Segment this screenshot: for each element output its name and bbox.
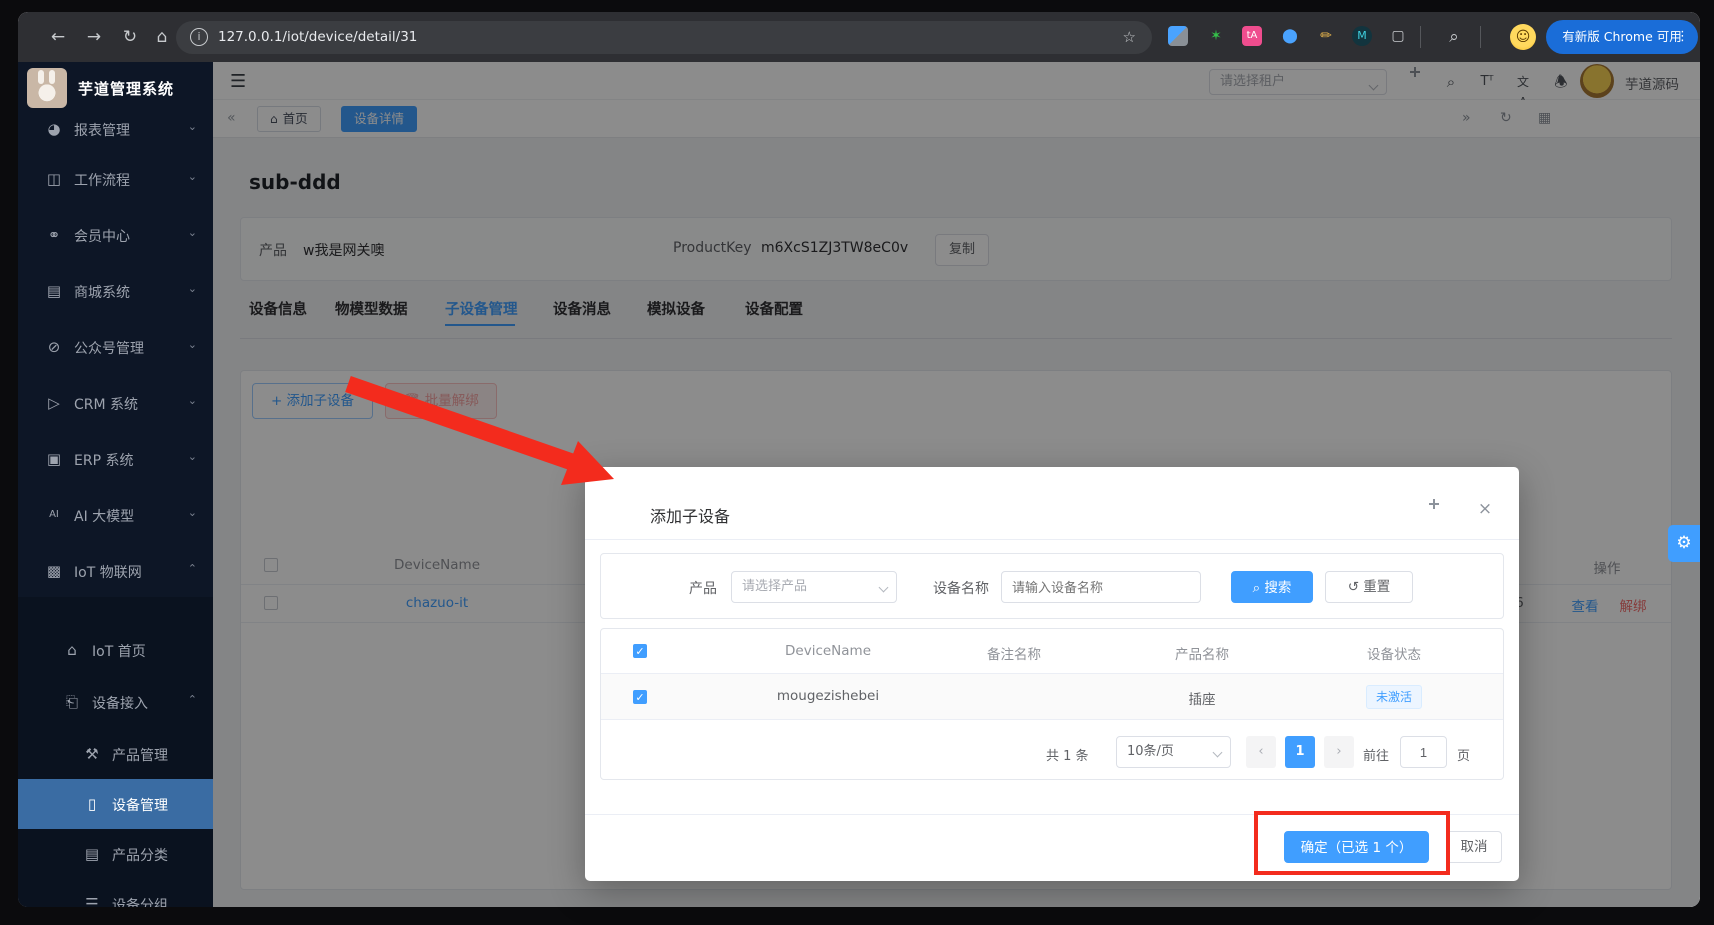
- mall-icon: ▤: [44, 281, 64, 301]
- sidebar-item-mp[interactable]: ⊘ 公众号管理 ⌄: [18, 322, 213, 372]
- status-badge: 未激活: [1366, 685, 1422, 709]
- chevron-down-icon: ⌄: [188, 338, 197, 351]
- annotation-red-box: [1254, 811, 1450, 875]
- reload-icon[interactable]: ↻: [118, 25, 142, 49]
- notebook-icon: ▤: [82, 844, 102, 864]
- sidebar-item-iot-home[interactable]: ⌂ IoT 首页: [18, 625, 213, 675]
- tools-icon: ⚒: [82, 744, 102, 764]
- chevron-down-icon: [879, 583, 889, 593]
- home-icon[interactable]: ⌂: [150, 25, 174, 49]
- sidebar-item-ai[interactable]: AI AI 大模型 ⌄: [18, 490, 213, 540]
- theme-settings-gear-icon[interactable]: ⚙: [1668, 525, 1700, 562]
- browser-toolbar: ← → ↻ ⌂ i 127.0.0.1/iot/device/detail/31…: [18, 12, 1700, 62]
- erp-icon: ▣: [44, 449, 64, 469]
- row-checkbox[interactable]: ✓: [633, 690, 647, 704]
- chevron-down-icon: [1213, 748, 1223, 758]
- cancel-button[interactable]: 取消: [1446, 831, 1502, 863]
- chevron-up-icon: ⌃: [188, 693, 197, 706]
- chevron-down-icon: ⌄: [188, 282, 197, 295]
- url-text: 127.0.0.1/iot/device/detail/31: [218, 29, 417, 45]
- device-name-filter-label: 设备名称: [933, 578, 989, 598]
- workflow-icon: ◫: [44, 169, 64, 189]
- extension-m-icon[interactable]: M: [1352, 26, 1372, 46]
- next-page-button[interactable]: ›: [1324, 736, 1354, 768]
- back-icon[interactable]: ←: [46, 25, 70, 49]
- dialog-header-divider: [585, 539, 1519, 540]
- sidebar-item-iot[interactable]: ▩ IoT 物联网 ⌃: [18, 546, 213, 596]
- sidebar-item-device-access[interactable]: ⎗ 设备接入 ⌃: [18, 677, 213, 727]
- dialog-table-header: ✓ DeviceName 备注名称 产品名称 设备状态: [601, 629, 1503, 674]
- chrome-update-label: 有新版 Chrome 可用: [1562, 29, 1681, 44]
- sidebar-item-device-mgmt[interactable]: ▯ 设备管理: [18, 779, 213, 829]
- product-filter-label: 产品: [689, 578, 717, 598]
- url-bar[interactable]: i 127.0.0.1/iot/device/detail/31 ☆: [176, 21, 1152, 54]
- chevron-down-icon: ⌄: [188, 120, 197, 133]
- search-button[interactable]: ⌕ 搜索: [1231, 571, 1313, 603]
- goto-page-input[interactable]: [1400, 736, 1447, 768]
- layers-icon: ☰: [82, 894, 102, 907]
- extensions-puzzle-icon[interactable]: ▢: [1388, 26, 1408, 46]
- iot-submenu: ⌂ IoT 首页 ⎗ 设备接入 ⌃ ⚒ 产品管理 ▯ 设备管理 ▤ 产品分类 ☰: [18, 597, 213, 907]
- profile-emoji-avatar[interactable]: ☺: [1510, 24, 1536, 50]
- toolbar-separator: [1480, 26, 1481, 48]
- crm-icon: ▷: [44, 393, 64, 413]
- product-filter-select[interactable]: 请选择产品: [731, 571, 897, 603]
- member-icon: ⚭: [44, 225, 64, 245]
- forward-icon[interactable]: →: [82, 25, 106, 49]
- sidebar-item-workflow[interactable]: ◫ 工作流程 ⌄: [18, 154, 213, 204]
- extension-balloon-icon[interactable]: ⬤: [1280, 26, 1300, 46]
- device-name-filter-input[interactable]: [1001, 571, 1201, 603]
- sidebar-item-crm[interactable]: ▷ CRM 系统 ⌄: [18, 378, 213, 428]
- chevron-down-icon: ⌄: [188, 226, 197, 239]
- toolbar-separator: [1420, 26, 1421, 48]
- current-page-button[interactable]: 1: [1285, 736, 1315, 768]
- home-icon: ⌂: [62, 640, 82, 660]
- extension-translate-icon[interactable]: tA: [1242, 26, 1262, 46]
- extension-star-icon[interactable]: ✶: [1206, 26, 1226, 46]
- chevron-up-icon: ⌃: [188, 562, 197, 575]
- page-unit-label: 页: [1457, 745, 1470, 764]
- chrome-menu-icon[interactable]: ⋮: [1676, 20, 1689, 54]
- page-size-select[interactable]: 10条/页: [1116, 736, 1231, 768]
- device-name-cell: mougezishebei: [777, 688, 879, 704]
- chevron-down-icon: ⌄: [188, 394, 197, 407]
- app-logo: [27, 68, 67, 108]
- official-account-icon: ⊘: [44, 337, 64, 357]
- tab-search-icon[interactable]: ⌕: [1442, 25, 1466, 49]
- phone-icon: ▯: [82, 794, 102, 814]
- dialog-search-card: 产品 请选择产品 设备名称 ⌕ 搜索 ↺ 重置: [600, 553, 1504, 619]
- goto-label: 前往: [1363, 745, 1389, 764]
- sidebar-item-member[interactable]: ⚭ 会员中心 ⌄: [18, 210, 213, 260]
- product-cell: 插座: [1189, 688, 1216, 708]
- monitor-icon: ⎗: [62, 692, 82, 712]
- iot-icon: ▩: [44, 561, 64, 581]
- sidebar-item-erp[interactable]: ▣ ERP 系统 ⌄: [18, 434, 213, 484]
- select-all-checkbox[interactable]: ✓: [633, 644, 647, 658]
- pagination-total: 共 1 条: [1046, 745, 1089, 764]
- sidebar-item-product-category[interactable]: ▤ 产品分类: [18, 829, 213, 879]
- dialog-close-icon[interactable]: ×: [1476, 500, 1494, 518]
- sidebar: ◕ 报表管理 ⌄ 芋道管理系统 ◫ 工作流程 ⌄ ⚭ 会员中心 ⌄ ▤ 商城系统…: [18, 62, 213, 907]
- chevron-down-icon: ⌄: [188, 450, 197, 463]
- chevron-down-icon: ⌄: [188, 506, 197, 519]
- dialog-table-row: ✓ mougezishebei 插座 未激活: [601, 674, 1503, 720]
- chrome-update-button[interactable]: 有新版 Chrome 可用 ⋮: [1546, 20, 1698, 54]
- sidebar-item-mall[interactable]: ▤ 商城系统 ⌄: [18, 266, 213, 316]
- prev-page-button[interactable]: ‹: [1246, 736, 1276, 768]
- sidebar-item-product-mgmt[interactable]: ⚒ 产品管理: [18, 729, 213, 779]
- report-icon: ◕: [44, 119, 64, 139]
- reset-button[interactable]: ↺ 重置: [1325, 571, 1413, 603]
- site-info-icon[interactable]: i: [190, 28, 208, 46]
- extension-broom-icon[interactable]: ✏: [1316, 26, 1336, 46]
- sidebar-item-device-group[interactable]: ☰ 设备分组: [18, 879, 213, 907]
- logo-row: 芋道管理系统: [18, 62, 213, 114]
- dialog-title: 添加子设备: [650, 503, 730, 527]
- extension-grid-icon[interactable]: [1168, 26, 1188, 46]
- ai-icon: AI: [44, 505, 64, 525]
- chevron-down-icon: ⌄: [188, 170, 197, 183]
- app-title: 芋道管理系统: [78, 78, 174, 99]
- bookmark-star-icon[interactable]: ☆: [1123, 28, 1136, 46]
- dialog-table-card: ✓ DeviceName 备注名称 产品名称 设备状态 ✓ mougezishe…: [600, 628, 1504, 780]
- dialog-fullscreen-icon[interactable]: [1434, 504, 1450, 520]
